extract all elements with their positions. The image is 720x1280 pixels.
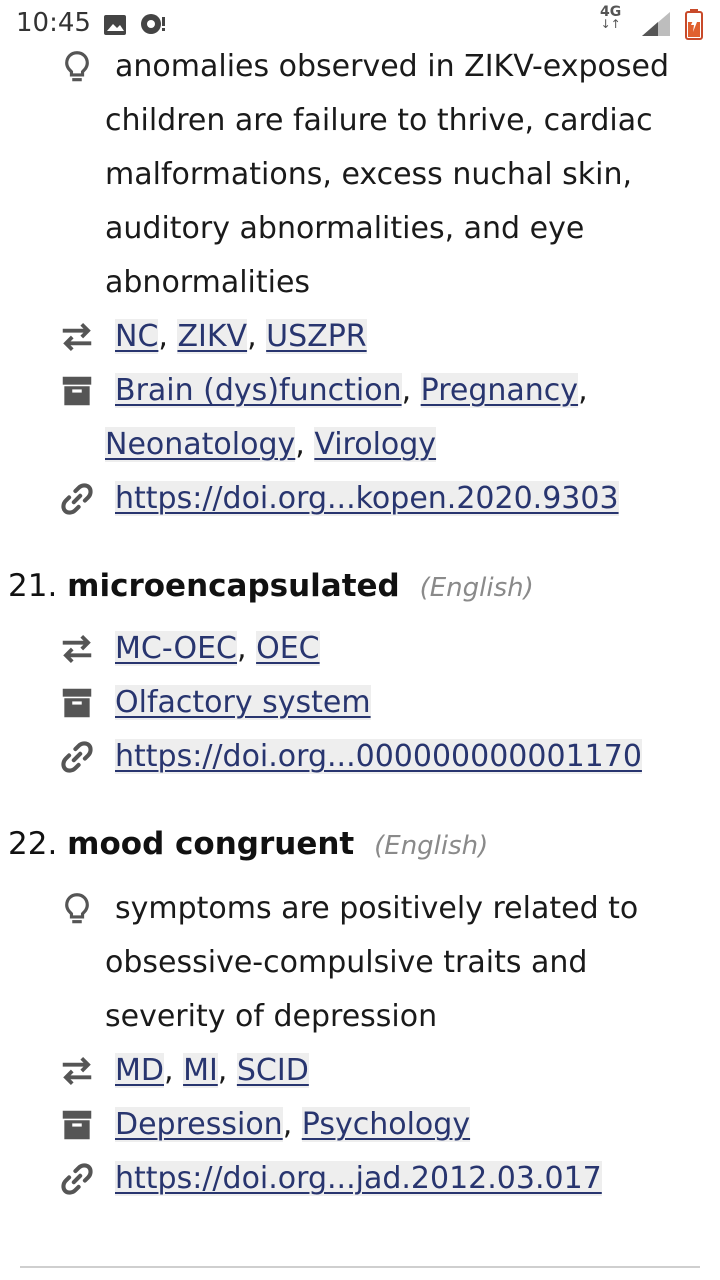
- archive-box-icon: [62, 688, 92, 718]
- abbr-link-scid[interactable]: SCID: [236, 1053, 309, 1088]
- entry-language: (English): [419, 573, 534, 603]
- divider: [20, 1266, 700, 1268]
- entry-language: (English): [374, 831, 489, 861]
- category-links: Brain (dys)function, Pregnancy, Neonatolo…: [105, 373, 588, 462]
- category-links: Depression, Psychology: [115, 1107, 471, 1142]
- abbreviation-links: MC-OEC, OEC: [115, 631, 320, 666]
- doi-link-container: https://doi.org...jad.2012.03.017: [105, 1152, 705, 1206]
- lightbulb-icon: [65, 893, 89, 924]
- entry-term[interactable]: microencapsulated: [67, 568, 400, 604]
- category-link-pregnancy[interactable]: Pregnancy: [420, 373, 579, 408]
- entry-title-21: 21. microencapsulated (English): [8, 562, 534, 612]
- entry-description: anomalies observed in ZIKV-exposed child…: [105, 49, 670, 300]
- battery-icon: [685, 9, 703, 40]
- abbr-link-uszpr[interactable]: USZPR: [266, 319, 367, 354]
- status-time: 10:45: [16, 8, 91, 38]
- abbreviation-links: MD, MI, SCID: [115, 1053, 309, 1088]
- archive-box-icon: [62, 1110, 92, 1140]
- link-icon: [61, 741, 93, 773]
- category-link-virology[interactable]: Virology: [314, 427, 437, 462]
- network-indicator: 4G ↓↑: [600, 4, 622, 31]
- swap-arrows-icon: [62, 322, 92, 352]
- category-link-depression[interactable]: Depression: [115, 1107, 283, 1142]
- doi-link[interactable]: https://doi.org...jad.2012.03.017: [115, 1161, 602, 1196]
- entry-number: 21.: [8, 568, 58, 604]
- abbr-link-md[interactable]: MD: [115, 1053, 164, 1088]
- category-link-olfactory[interactable]: Olfactory system: [115, 685, 371, 720]
- sync-notification-icon: [141, 14, 165, 34]
- signal-icon: [642, 12, 670, 36]
- entry-number: 22.: [8, 826, 58, 862]
- category-link-psychology[interactable]: Psychology: [301, 1107, 471, 1142]
- category-link-brain[interactable]: Brain (dys)function: [115, 373, 402, 408]
- archive-box-icon: [62, 376, 92, 406]
- abbreviation-links: NC, ZIKV, USZPR: [115, 319, 367, 354]
- doi-link-container: https://doi.org...000000000001170: [105, 730, 705, 784]
- doi-link[interactable]: https://doi.org...kopen.2020.9303: [115, 481, 619, 516]
- abbr-link-zikv[interactable]: ZIKV: [177, 319, 248, 354]
- entry-title-22: 22. mood congruent (English): [8, 820, 488, 870]
- abbr-link-oec[interactable]: OEC: [256, 631, 320, 666]
- swap-arrows-icon: [62, 634, 92, 664]
- swap-arrows-icon: [62, 1056, 92, 1086]
- link-icon: [61, 1163, 93, 1195]
- abbr-link-mi[interactable]: MI: [183, 1053, 218, 1088]
- category-links: Olfactory system: [105, 676, 705, 730]
- category-link-neonatology[interactable]: Neonatology: [105, 427, 296, 462]
- entry-description: symptoms are positively related to obses…: [105, 891, 639, 1034]
- entry-term[interactable]: mood congruent: [67, 826, 354, 862]
- lightbulb-icon: [65, 51, 89, 82]
- image-notification-icon: [104, 15, 126, 35]
- doi-link[interactable]: https://doi.org...000000000001170: [115, 739, 642, 774]
- abbr-link-nc[interactable]: NC: [115, 319, 159, 354]
- doi-link-container: https://doi.org...kopen.2020.9303: [105, 472, 705, 526]
- link-icon: [61, 483, 93, 515]
- abbr-link-mc-oec[interactable]: MC-OEC: [115, 631, 238, 666]
